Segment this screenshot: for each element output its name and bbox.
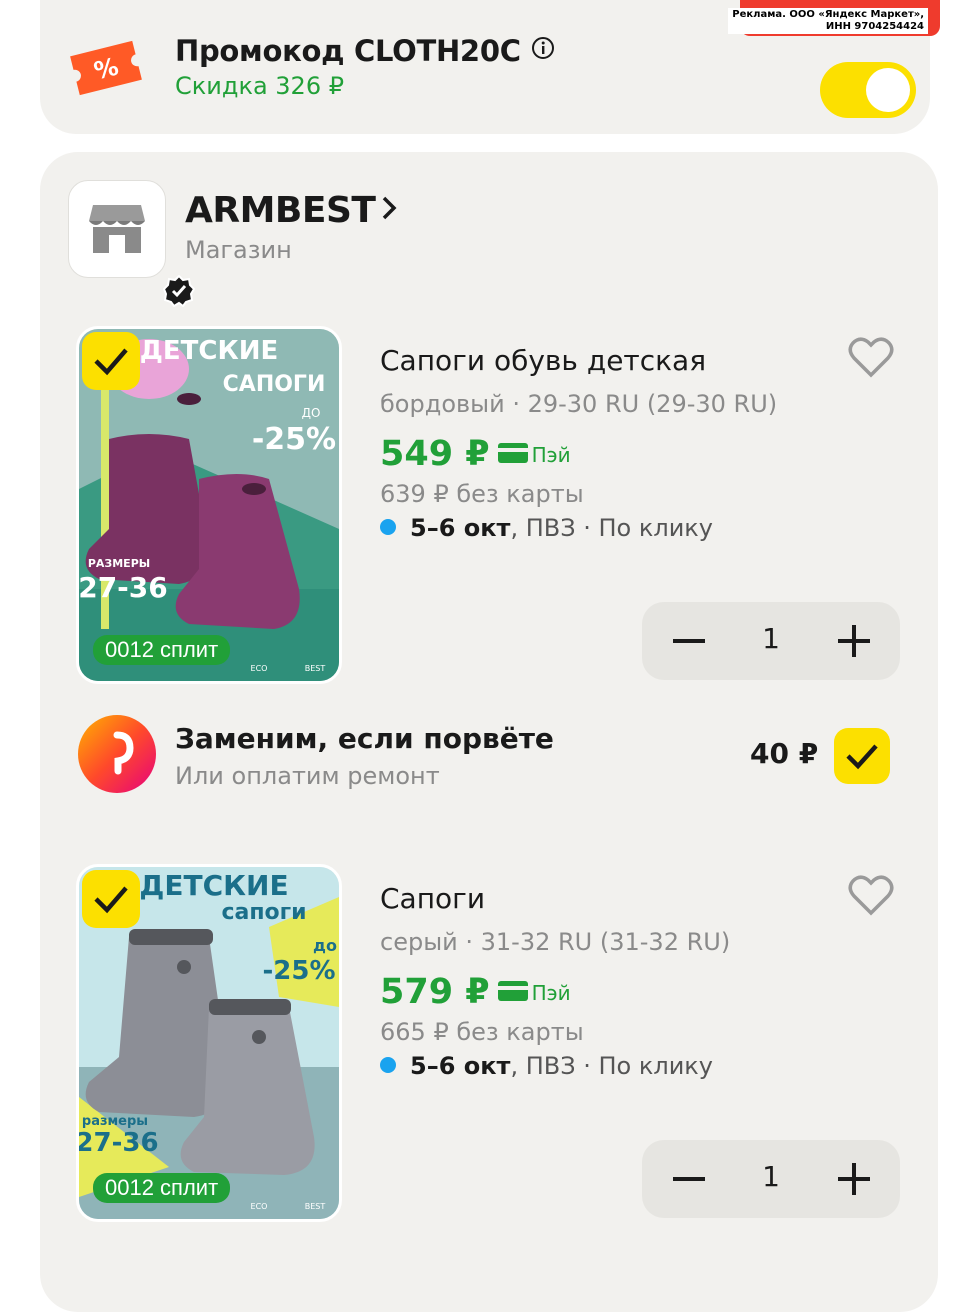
- price-without-card: 639 ₽ без карты: [380, 480, 584, 508]
- shop-logo[interactable]: [68, 180, 196, 308]
- delivery-info: 5–6 окт, ПВЗ · По клику: [380, 1052, 713, 1080]
- card-icon: [497, 432, 528, 472]
- insurance-title: Заменим, если порвёте: [175, 722, 554, 755]
- increase-button[interactable]: [810, 602, 900, 680]
- product-price: 579 ₽ Пэй: [380, 972, 571, 1012]
- product-title[interactable]: Сапоги: [380, 882, 485, 915]
- favorite-heart-icon[interactable]: [848, 874, 894, 920]
- image-headline: ДЕТСКИЕ: [139, 869, 288, 902]
- svg-text:BEST: BEST: [305, 1202, 326, 1211]
- delivery-dot-icon: [380, 519, 396, 535]
- quantity-value: 1: [762, 622, 780, 655]
- product-image[interactable]: ДЕТСКИЕ САПОГИ ДО -25% РАЗМЕРЫ 27-36 ECO…: [76, 326, 342, 684]
- promo-title: Промокод CLOTH20C: [175, 34, 555, 68]
- svg-text:ECO: ECO: [251, 1202, 268, 1211]
- insurance-subtitle: Или оплатим ремонт: [175, 762, 440, 790]
- shop-card: ARMBEST Магазин ДЕТСКИЕ САПОГИ ДО -25% Р…: [40, 152, 938, 1312]
- promo-discount: Скидка 326 ₽: [175, 72, 344, 100]
- chevron-right-icon: [381, 189, 397, 230]
- decrease-button[interactable]: [642, 602, 732, 680]
- product-title[interactable]: Сапоги обувь детская: [380, 344, 706, 377]
- svg-text:до: до: [313, 936, 337, 955]
- insurance-checkbox[interactable]: [834, 728, 890, 784]
- svg-text:-25%: -25%: [252, 422, 336, 457]
- promo-toggle[interactable]: [820, 62, 916, 118]
- decrease-button[interactable]: [642, 1140, 732, 1218]
- increase-button[interactable]: [810, 1140, 900, 1218]
- shop-name[interactable]: ARMBEST: [185, 190, 397, 231]
- product-variant: бордовый · 29-30 RU (29-30 RU): [380, 390, 778, 418]
- shop-type: Магазин: [185, 236, 292, 264]
- favorite-heart-icon[interactable]: [848, 336, 894, 382]
- svg-text:РАЗМЕРЫ: РАЗМЕРЫ: [88, 557, 150, 570]
- verified-icon: [162, 274, 196, 311]
- quantity-stepper: 1: [642, 1140, 900, 1218]
- discount-tag-icon: %: [68, 36, 144, 104]
- quantity-stepper: 1: [642, 602, 900, 680]
- quantity-value: 1: [762, 1160, 780, 1193]
- svg-text:ДО: ДО: [302, 406, 321, 420]
- svg-text:BEST: BEST: [305, 664, 326, 673]
- insurance-logo-icon: [78, 715, 156, 793]
- info-icon[interactable]: [531, 33, 555, 67]
- svg-text:27-36: 27-36: [79, 571, 168, 604]
- svg-text:САПОГИ: САПОГИ: [223, 372, 326, 397]
- item-select-checkbox[interactable]: [82, 870, 140, 928]
- svg-text:27-36: 27-36: [79, 1128, 159, 1158]
- ad-label[interactable]: Реклама. ООО «Яндекс Маркет», ИНН 970425…: [728, 8, 928, 34]
- delivery-dot-icon: [380, 1057, 396, 1073]
- price-without-card: 665 ₽ без карты: [380, 1018, 584, 1046]
- product-variant: серый · 31-32 RU (31-32 RU): [380, 928, 731, 956]
- svg-text:ECO: ECO: [251, 664, 268, 673]
- card-icon: [497, 970, 528, 1010]
- split-badge: 0012 сплит: [93, 1173, 231, 1203]
- svg-text:размеры: размеры: [82, 1114, 148, 1129]
- product-price: 549 ₽ Пэй: [380, 434, 571, 474]
- product-image[interactable]: ДЕТСКИЕ сапоги до -25% размеры 27-36 ECO…: [76, 864, 342, 1222]
- svg-text:-25%: -25%: [262, 956, 335, 986]
- split-badge: 0012 сплит: [93, 635, 231, 665]
- insurance-price: 40 ₽: [750, 737, 819, 770]
- svg-text:сапоги: сапоги: [221, 900, 306, 925]
- image-headline: ДЕТСКИЕ: [140, 336, 279, 366]
- item-select-checkbox[interactable]: [82, 332, 140, 390]
- delivery-info: 5–6 окт, ПВЗ · По клику: [380, 514, 713, 542]
- store-icon: [89, 203, 145, 259]
- toggle-knob: [866, 68, 910, 112]
